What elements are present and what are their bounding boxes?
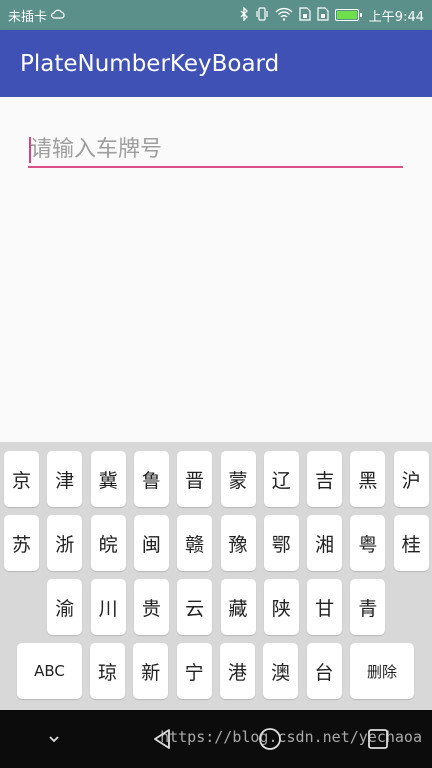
key-province[interactable]: 川 [90,579,126,635]
key-province[interactable]: 琼 [90,643,125,699]
key-province[interactable]: 冀 [90,451,126,507]
plate-input-wrap[interactable] [28,131,403,171]
cloud-icon [51,8,65,23]
key-province[interactable]: 黑 [350,451,386,507]
key-province[interactable]: 浙 [47,515,83,571]
key-province[interactable]: 晋 [177,451,213,507]
bluetooth-icon [240,6,249,23]
key-province[interactable]: 甘 [307,579,343,635]
chevron-down-icon[interactable] [34,719,74,759]
vibrate-icon [255,7,269,23]
key-province[interactable]: 澳 [263,643,299,699]
plate-number-input[interactable] [28,131,403,167]
key-province[interactable]: 藏 [220,579,256,635]
key-province[interactable]: 京 [4,451,39,507]
key-province[interactable]: 粤 [350,515,386,571]
key-province[interactable]: 津 [47,451,83,507]
carrier-label: 未插卡 [8,9,48,25]
key-province[interactable]: 贵 [133,579,169,635]
key-province[interactable]: 陕 [263,579,299,635]
app-title: PlateNumberKeyBoard [20,50,280,77]
key-province[interactable]: 湘 [307,515,343,571]
key-province[interactable]: 赣 [177,515,213,571]
key-province[interactable]: 豫 [220,515,256,571]
watermark: https://blog.csdn.net/yechaoa [160,728,422,746]
key-province[interactable]: 渝 [47,579,83,635]
key-province[interactable]: 云 [177,579,213,635]
app-bar: PlateNumberKeyBoard [0,30,432,97]
sim-icon [299,7,311,23]
key-province[interactable]: 闽 [133,515,169,571]
wifi-icon [275,7,293,23]
input-underline [28,166,403,168]
key-province[interactable]: 台 [306,643,342,699]
abc-switch-button[interactable]: ABC [17,643,82,699]
key-province[interactable]: 鲁 [133,451,169,507]
clock: 上午9:44 [368,9,424,25]
key-province[interactable]: 新 [133,643,169,699]
plate-keyboard: 京津冀鲁晋蒙辽吉黑沪苏浙皖闽赣豫鄂湘粤桂渝川贵云藏陕甘青 ABC 琼新宁港澳台删除 [0,442,432,710]
key-province[interactable]: 青 [350,579,386,635]
key-province[interactable]: 沪 [393,451,429,507]
key-province[interactable]: 吉 [307,451,343,507]
key-province[interactable]: 辽 [263,451,299,507]
key-province[interactable]: 苏 [4,515,39,571]
key-province[interactable]: 港 [219,643,255,699]
key-province[interactable]: 宁 [176,643,212,699]
key-province[interactable]: 鄂 [263,515,299,571]
text-cursor [29,137,31,163]
content-area [0,97,432,442]
key-province[interactable]: 桂 [393,515,429,571]
battery-icon [334,9,362,21]
status-bar: 未插卡 上午9:44 [0,0,432,30]
sim-icon-2 [317,7,329,23]
delete-button[interactable]: 删除 [350,643,414,699]
key-province[interactable]: 蒙 [220,451,256,507]
key-province[interactable]: 皖 [90,515,126,571]
